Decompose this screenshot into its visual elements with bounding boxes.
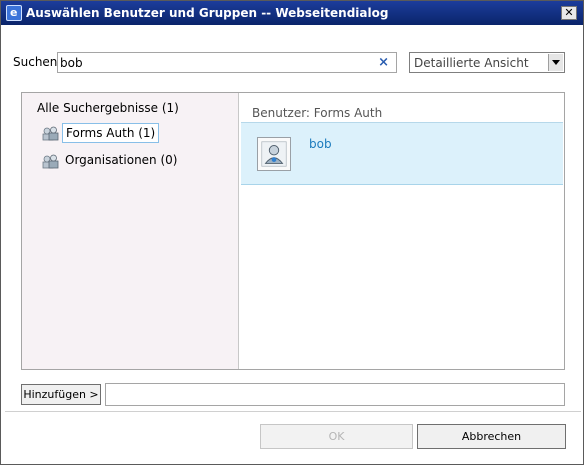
users-group-icon [42, 154, 59, 169]
users-group-icon [42, 126, 59, 141]
clear-search-icon[interactable]: × [378, 54, 389, 71]
user-icon [257, 137, 291, 171]
results-frame: Alle Suchergebnisse (1) Forms Auth (1) O… [21, 92, 565, 370]
browser-icon: e [6, 5, 22, 21]
view-dropdown[interactable]: Detaillierte Ansicht [409, 52, 565, 73]
cancel-button[interactable]: Abbrechen [417, 424, 566, 449]
search-label: Suchen [13, 55, 58, 69]
close-button[interactable]: ✕ [561, 6, 577, 20]
title-bar[interactable]: e Auswählen Benutzer und Gruppen -- Webs… [1, 1, 583, 25]
search-box[interactable]: × [57, 52, 397, 73]
view-dropdown-value: Detaillierte Ansicht [414, 56, 529, 70]
provider-label: Organisationen (0) [65, 153, 178, 167]
dialog-window: e Auswählen Benutzer und Gruppen -- Webs… [0, 0, 584, 465]
add-button[interactable]: Hinzufügen > [21, 384, 101, 405]
provider-pane: Alle Suchergebnisse (1) Forms Auth (1) O… [22, 93, 239, 369]
search-input[interactable] [60, 54, 360, 71]
selected-users-field[interactable] [105, 383, 565, 406]
provider-label: Forms Auth (1) [62, 123, 160, 143]
group-header: Benutzer: Forms Auth [252, 106, 383, 120]
all-results-item[interactable]: Alle Suchergebnisse (1) [37, 101, 179, 115]
footer-divider [5, 411, 581, 412]
chevron-down-icon[interactable] [548, 54, 563, 71]
window-title: Auswählen Benutzer und Gruppen -- Websei… [26, 6, 389, 20]
results-pane: Benutzer: Forms Auth bob [240, 93, 564, 369]
ok-button[interactable]: OK [260, 424, 413, 449]
result-row[interactable]: bob [241, 123, 563, 185]
result-name[interactable]: bob [309, 137, 332, 151]
